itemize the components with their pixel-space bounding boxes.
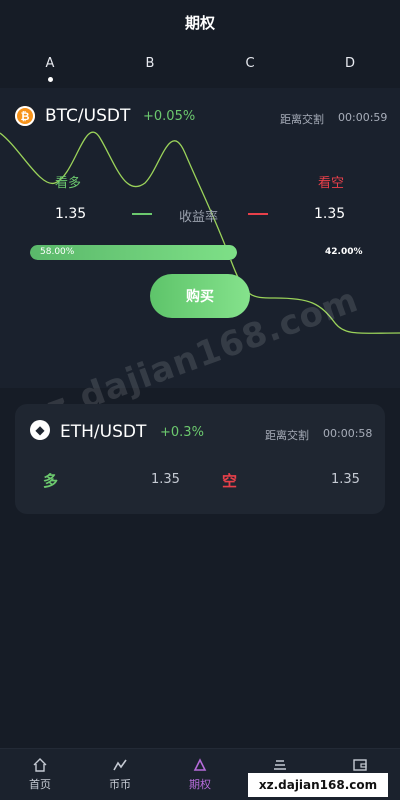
short-value: 1.35 <box>314 206 346 222</box>
page-header: 期权 <box>0 0 400 44</box>
pair-change: +0.3% <box>160 425 204 440</box>
tab-label: A <box>45 56 55 71</box>
page-title: 期权 <box>184 13 215 32</box>
wallet-icon <box>353 759 367 771</box>
short-label: 空 <box>222 472 238 490</box>
tab-a[interactable]: A <box>30 56 70 82</box>
pair-name: ETH/USDT <box>60 422 147 442</box>
tab-label: B <box>145 56 155 71</box>
pair-name: BTC/USDT <box>45 106 131 126</box>
nav-label: 首页 <box>29 778 51 791</box>
buy-button[interactable]: 购买 <box>150 274 250 318</box>
tab-c[interactable]: C <box>230 56 270 71</box>
chart-icon <box>113 759 127 771</box>
options-icon <box>193 758 207 771</box>
short-percent: 42.00% <box>325 247 363 257</box>
eth-option-card[interactable]: ◆ ETH/USDT +0.3% 距离交割 00:00:58 多 1.35 空 … <box>15 404 385 514</box>
pair-change: +0.05% <box>143 109 196 124</box>
nav-label: 期权 <box>189 778 211 791</box>
home-icon <box>33 758 47 772</box>
short-value: 1.35 <box>331 472 360 487</box>
bitcoin-icon: ₿ <box>15 106 35 126</box>
nav-spot[interactable]: 币币 <box>90 757 150 792</box>
active-dot <box>47 77 53 82</box>
long-line <box>132 213 152 215</box>
nav-home[interactable]: 首页 <box>10 757 70 792</box>
period-tabs: A B C D <box>0 56 400 86</box>
countdown-timer: 00:00:58 <box>323 427 373 440</box>
countdown-timer: 00:00:59 <box>338 111 388 124</box>
long-label: 多 <box>43 472 59 490</box>
countdown-label: 距离交割 <box>280 113 324 126</box>
long-label: 看多 <box>55 176 82 191</box>
nav-label: 币币 <box>109 778 131 791</box>
ethereum-icon: ◆ <box>30 420 50 440</box>
long-value: 1.35 <box>55 206 87 222</box>
list-icon <box>274 760 286 770</box>
short-line <box>248 213 268 215</box>
short-label: 看空 <box>318 176 345 191</box>
tab-b[interactable]: B <box>130 56 170 71</box>
tab-label: C <box>245 56 255 71</box>
long-percent: 58.00% <box>40 247 75 257</box>
countdown-label: 距离交割 <box>265 429 309 442</box>
long-value: 1.35 <box>151 472 180 487</box>
tab-d[interactable]: D <box>330 56 370 71</box>
brand-watermark: xz.dajian168.com <box>248 773 388 797</box>
tab-label: D <box>344 56 355 71</box>
rate-label: 收益率 <box>179 210 219 225</box>
nav-options[interactable]: 期权 <box>170 757 230 792</box>
